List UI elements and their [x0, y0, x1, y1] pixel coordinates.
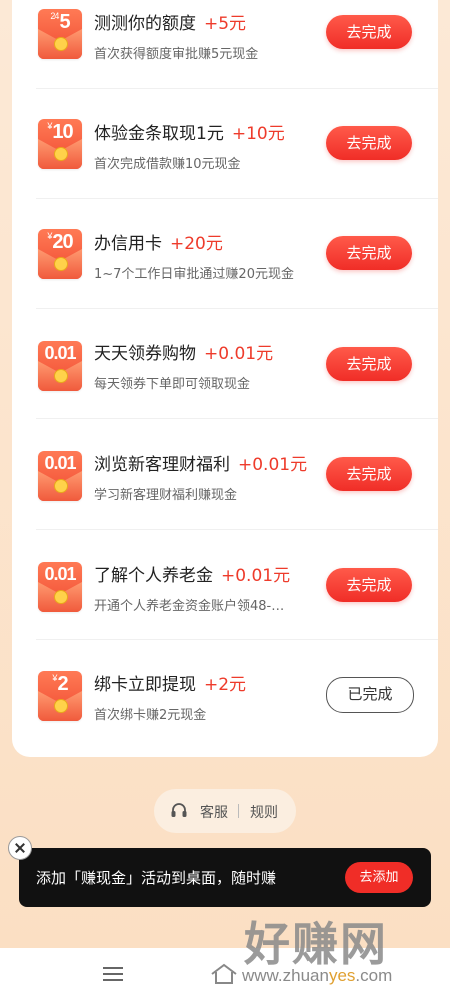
red-envelope-icon: 0.01: [38, 341, 82, 391]
completed-button: 已完成: [326, 677, 414, 713]
task-item-cash-trial[interactable]: ¥10 体验金条取现1元 +10元 首次完成借款赚10元现金 去完成: [12, 89, 438, 199]
task-title: 浏览新客理财福利 +0.01元: [94, 455, 308, 475]
task-bonus: +0.01元: [238, 455, 308, 475]
complete-button[interactable]: 去完成: [326, 457, 412, 491]
task-bonus: +0.01元: [204, 344, 274, 364]
red-envelope-icon: ¥2: [38, 671, 82, 721]
red-envelope-icon: 245: [38, 9, 82, 59]
complete-button[interactable]: 去完成: [326, 126, 412, 160]
task-subtitle: 首次获得额度审批赚5元现金: [94, 47, 259, 62]
complete-button[interactable]: 去完成: [326, 15, 412, 49]
rules-link[interactable]: 规则: [250, 802, 278, 822]
task-title: 测测你的额度 +5元: [94, 14, 247, 34]
task-list-card: 245 测测你的额度 +5元 首次获得额度审批赚5元现金 去完成 ¥10 体验金条…: [12, 0, 438, 757]
task-bonus: +20元: [170, 234, 223, 254]
toast-message: 添加「赚现金」活动到桌面，随时赚: [36, 869, 277, 887]
red-envelope-icon: ¥20: [38, 229, 82, 279]
task-title: 天天领券购物 +0.01元: [94, 344, 274, 364]
task-item-bind-card[interactable]: ¥2 绑卡立即提现 +2元 首次绑卡赚2元现金 已完成: [12, 640, 438, 750]
customer-service-link[interactable]: 客服: [200, 802, 228, 822]
close-icon[interactable]: [8, 836, 32, 860]
complete-button[interactable]: 去完成: [326, 236, 412, 270]
task-title: 了解个人养老金 +0.01元: [94, 566, 291, 586]
add-to-desktop-toast: 添加「赚现金」活动到桌面，随时赚 去添加: [19, 848, 431, 907]
support-pill: 客服 规则: [154, 789, 296, 833]
complete-button[interactable]: 去完成: [326, 347, 412, 381]
home-icon[interactable]: [210, 963, 238, 985]
task-item-wealth-benefit[interactable]: 0.01 浏览新客理财福利 +0.01元 学习新客理财福利赚现金 去完成: [12, 420, 438, 530]
task-item-coupon-shopping[interactable]: 0.01 天天领券购物 +0.01元 每天领券下单即可领取现金 去完成: [12, 309, 438, 419]
headset-icon: [171, 803, 187, 817]
red-envelope-icon: ¥10: [38, 119, 82, 169]
task-item-credit-card[interactable]: ¥20 办信用卡 +20元 1~7个工作日审批通过赚20元现金 去完成: [12, 199, 438, 309]
task-subtitle: 首次完成借款赚10元现金: [94, 157, 241, 172]
add-to-desktop-button[interactable]: 去添加: [345, 862, 413, 893]
task-item-quota[interactable]: 245 测测你的额度 +5元 首次获得额度审批赚5元现金 去完成: [12, 0, 438, 89]
task-bonus: +5元: [204, 14, 247, 34]
task-subtitle: 开通个人养老金资金账户领48-…: [94, 599, 285, 614]
task-title: 办信用卡 +20元: [94, 234, 223, 254]
task-bonus: +10元: [231, 124, 285, 144]
bottom-navigation-bar: [0, 948, 450, 1000]
red-envelope-icon: 0.01: [38, 562, 82, 612]
task-bonus: +2元: [204, 675, 247, 695]
task-item-pension[interactable]: 0.01 了解个人养老金 +0.01元 开通个人养老金资金账户领48-… 去完成: [12, 530, 438, 640]
divider: [238, 804, 239, 818]
task-bonus: +0.01元: [221, 566, 291, 586]
task-subtitle: 1~7个工作日审批通过赚20元现金: [94, 267, 294, 282]
complete-button[interactable]: 去完成: [326, 568, 412, 602]
task-subtitle: 学习新客理财福利赚现金: [94, 488, 238, 503]
task-title: 绑卡立即提现 +2元: [94, 675, 247, 695]
task-subtitle: 首次绑卡赚2元现金: [94, 708, 207, 723]
task-title: 体验金条取现1元 +10元: [94, 124, 285, 144]
task-subtitle: 每天领券下单即可领取现金: [94, 377, 251, 392]
red-envelope-icon: 0.01: [38, 451, 82, 501]
menu-icon[interactable]: [103, 966, 123, 982]
